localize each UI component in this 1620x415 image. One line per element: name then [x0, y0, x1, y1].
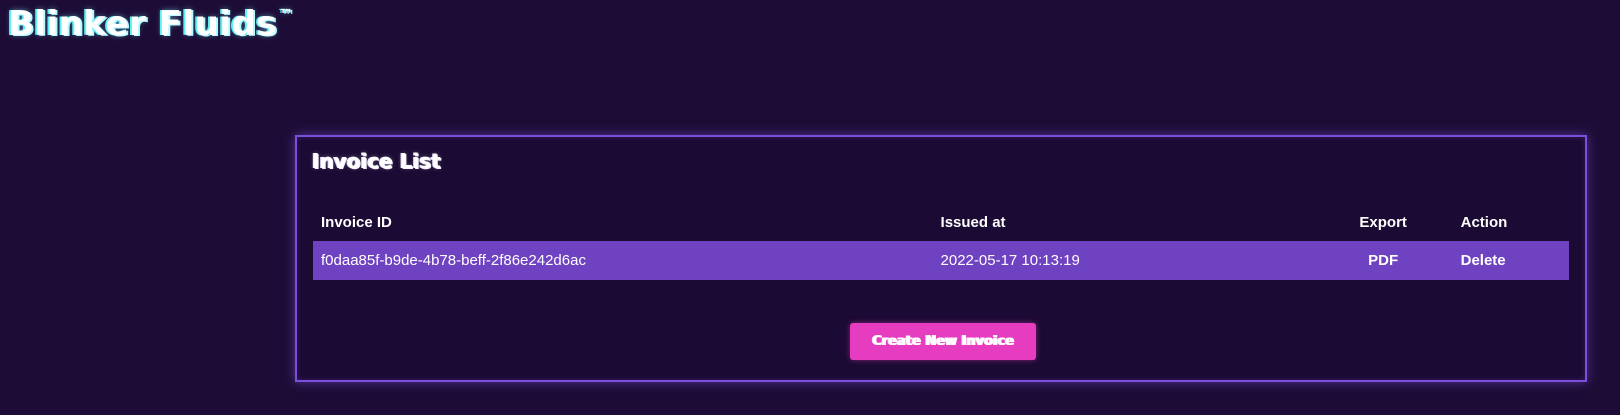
create-new-invoice-button[interactable]: Create New Invoice [850, 323, 1036, 360]
trademark-symbol: ™ [279, 6, 294, 23]
export-pdf-link[interactable]: PDF [1314, 241, 1453, 280]
column-header-invoice-id: Invoice ID [321, 213, 392, 231]
brand-logo: Blinker Fluids ™ [8, 4, 294, 44]
invoice-table: Invoice ID Issued at Export Action f0daa… [313, 203, 1569, 280]
panel-title: Invoice List [312, 149, 441, 173]
issued-at-cell: 2022-05-17 10:13:19 [940, 252, 1080, 269]
column-header-issued-at: Issued at [940, 213, 1006, 231]
column-header-export: Export [1359, 213, 1407, 231]
brand-name: Blinker Fluids [8, 4, 278, 44]
invoice-list-panel: Invoice List Invoice ID Issued at Export… [295, 135, 1587, 382]
invoice-id-cell: f0daa85f-b9de-4b78-beff-2f86e242d6ac [321, 252, 586, 269]
table-row: f0daa85f-b9de-4b78-beff-2f86e242d6ac 202… [313, 241, 1569, 280]
column-header-action: Action [1460, 213, 1508, 231]
delete-invoice-link[interactable]: Delete [1453, 241, 1569, 280]
table-header-row: Invoice ID Issued at Export Action [313, 203, 1569, 241]
